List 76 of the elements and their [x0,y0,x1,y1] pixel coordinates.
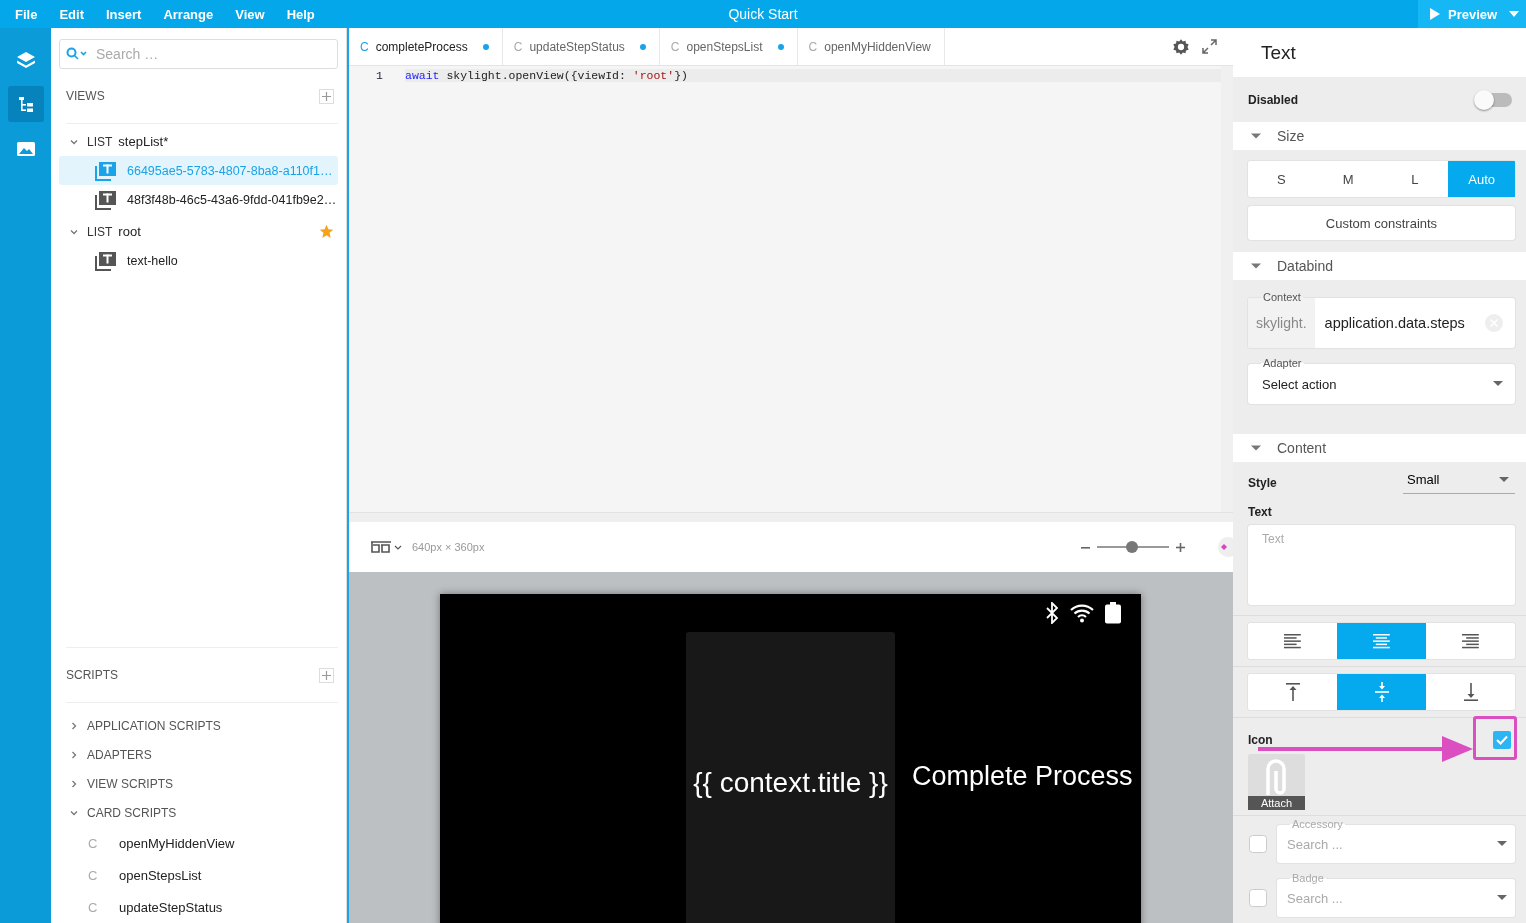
align-right-icon [1462,633,1479,649]
battery-icon [1105,602,1121,624]
collapse-triangle-icon[interactable] [1251,261,1261,271]
zoom-slider[interactable] [1125,541,1138,553]
list-name[interactable]: root [118,224,141,239]
dropdown-caret-icon[interactable] [1497,841,1507,847]
script-group[interactable]: CARD SCRIPTS [87,805,177,820]
tree-icon[interactable] [7,86,44,122]
expand-chevron-icon[interactable] [69,778,79,789]
field-label: Style [1248,476,1277,490]
field-label: Text [1248,505,1272,519]
script-group[interactable]: ADAPTERS [87,747,152,762]
section-heading: VIEWS [66,89,105,103]
dropdown-caret-icon[interactable] [1499,476,1509,483]
checkbox[interactable] [1492,730,1512,750]
fullscreen-icon[interactable] [1202,39,1217,54]
card-title: Complete Process [912,761,1133,793]
add-button[interactable] [319,88,334,104]
text-element-icon [95,250,117,271]
expand-chevron-icon[interactable] [69,749,79,760]
search-field[interactable]: Search … [59,39,338,69]
glasses-icon[interactable] [370,540,402,554]
wifi-icon [1070,603,1094,623]
tree-item[interactable]: 48f3f48b-46c5-43a6-9fdd-041fb9e2… [59,185,338,214]
app-title: Quick Start [728,6,798,22]
tree-item[interactable]: text-hello [59,246,338,275]
script-group[interactable]: VIEW SCRIPTS [87,776,173,791]
script-item[interactable]: C openStepsList [59,859,338,891]
toggle-switch[interactable] [1476,92,1512,107]
align-bottom-icon [1463,683,1478,701]
panel-title: Text [1261,41,1296,64]
checkbox[interactable] [1248,888,1268,908]
align-top-icon [1285,683,1300,701]
search-icon[interactable] [66,47,88,61]
script-item[interactable]: C openMyHiddenView [59,827,338,859]
custom-constraints-button[interactable]: Custom constraints [1248,206,1515,240]
section-header[interactable]: Databind [1233,252,1526,280]
collapse-triangle-icon[interactable] [1251,131,1261,141]
resolution-label: 640px × 360px [412,541,485,553]
field-label: Disabled [1248,92,1298,107]
zoom-in-icon[interactable] [1176,542,1185,552]
settings-icon[interactable] [1172,37,1190,56]
style-dropdown[interactable]: Small [1403,472,1515,494]
add-button[interactable] [319,667,334,683]
icon-tile[interactable]: Attach [1248,754,1305,810]
text-element-icon [95,189,117,210]
line-number: 1 [375,68,384,82]
caret-icon [1509,11,1520,17]
list-type-label: LIST [87,224,113,239]
field-label: Icon [1248,733,1273,747]
text-element-icon [95,160,117,181]
list-type-label: LIST [87,134,113,149]
align-middle-icon [1374,682,1389,702]
dropdown-caret-icon[interactable] [1497,895,1507,901]
play-icon [1430,8,1440,20]
card-text: {{ context.title }} [693,767,888,799]
align-center-icon [1373,633,1390,649]
script-group[interactable]: APPLICATION SCRIPTS [87,718,221,733]
star-icon[interactable] [319,224,334,239]
script-item[interactable]: C updateStepStatus [59,891,338,923]
section-header[interactable]: Size [1233,122,1526,150]
list-name[interactable]: stepList* [118,134,169,149]
align-button[interactable] [1337,623,1426,659]
section-header[interactable]: Content [1233,434,1526,462]
align-left-icon [1284,633,1301,649]
expand-chevron-icon[interactable] [69,720,79,731]
section-heading: SCRIPTS [66,668,118,682]
highlight-box [1473,716,1517,760]
text-area[interactable]: Text [1248,525,1515,605]
collapse-triangle-icon[interactable] [1251,443,1261,453]
field-label: Badge [1290,872,1326,884]
checkbox[interactable] [1248,834,1268,854]
dropdown-caret-icon[interactable] [1493,381,1503,387]
field-label: Accessory [1290,818,1345,830]
bluetooth-icon [1045,602,1059,624]
handle-icon[interactable] [1215,536,1233,558]
